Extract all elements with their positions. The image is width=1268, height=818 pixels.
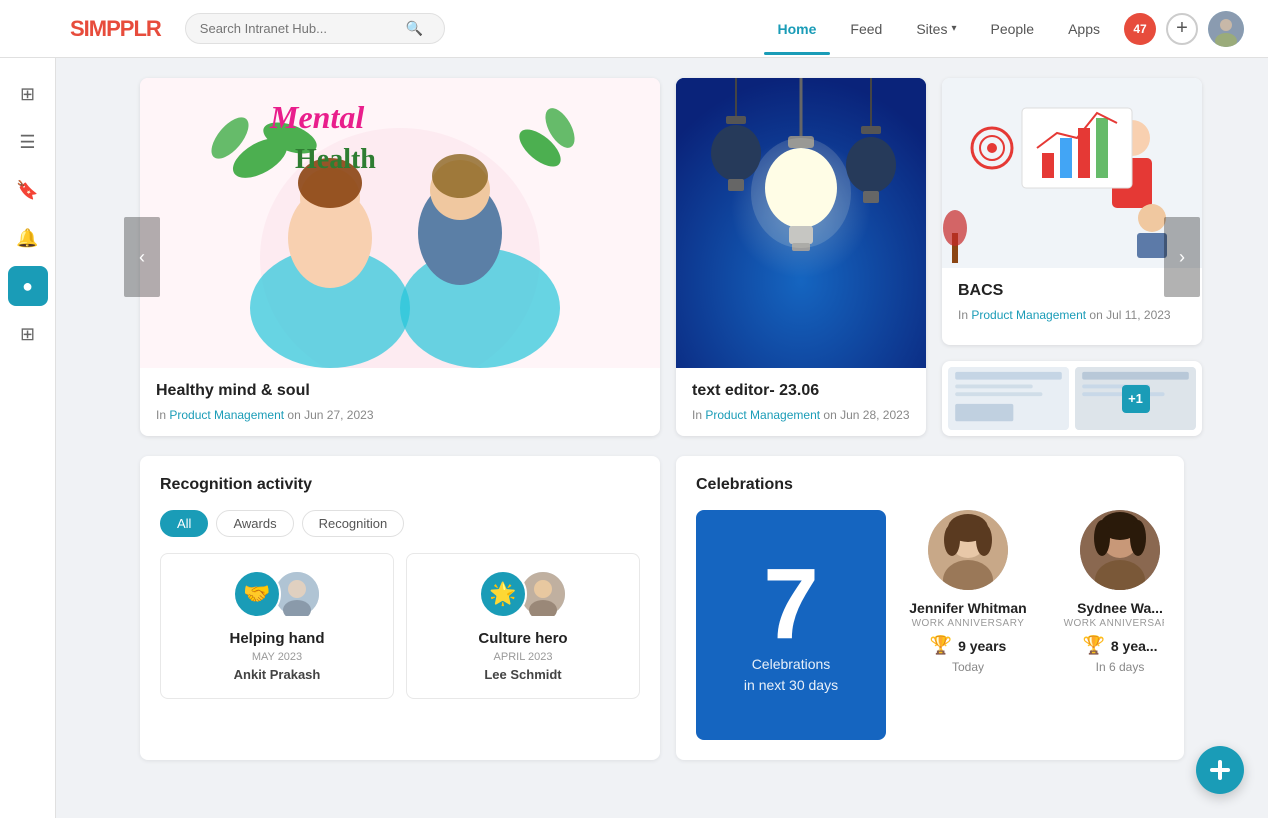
card-bacs[interactable]: BACS In Product Management on Jul 11, 20…	[942, 78, 1202, 345]
plus-badge: +1	[1122, 385, 1150, 413]
add-button[interactable]: +	[1166, 13, 1198, 45]
celebrations-subtitle: Celebrations in next 30 days	[744, 654, 838, 696]
sydnee-name: Sydnee Wa...	[1050, 600, 1164, 616]
recognition-item-helping-hand[interactable]: 🤝 Helping hand MAY 2023 Ankit Prakash	[160, 553, 394, 699]
celebrations-title: Celebrations	[696, 476, 1164, 494]
celebrations-people: Jennifer Whitman WORK ANNIVERSARY 🏆 9 ye…	[898, 510, 1164, 740]
svg-text:Health: Health	[295, 144, 376, 175]
sidebar-icon-home[interactable]: ⊞	[8, 74, 48, 114]
card-text-editor-meta: In Product Management on Jun 28, 2023	[692, 408, 910, 422]
celebrations-inner: 7 Celebrations in next 30 days	[696, 510, 1164, 740]
jennifer-avatar	[928, 510, 1008, 590]
card-mental-health[interactable]: Mental Health	[140, 78, 660, 436]
filter-awards[interactable]: Awards	[216, 510, 293, 537]
sydnee-years-row: 🏆 8 yea...	[1050, 635, 1164, 656]
helping-hand-badge: 🤝	[233, 570, 281, 618]
recognition-title: Recognition activity	[160, 476, 640, 494]
left-sidebar: ⊞ ☰ 🔖 🔔 ● ⊞	[0, 58, 56, 818]
card-thumbnails-row: +1	[942, 361, 1202, 436]
sydnee-years: 8 yea...	[1111, 638, 1158, 654]
carousel-next-button[interactable]: ›	[1164, 217, 1200, 297]
main-content: ‹ Mental Health	[56, 58, 1268, 780]
navbar: SIMPPLR 🔍 Home Feed Sites ▾ People Apps …	[0, 0, 1268, 58]
fab-button[interactable]	[1196, 746, 1244, 794]
sidebar-icon-bell[interactable]: 🔔	[8, 218, 48, 258]
filter-tabs: All Awards Recognition	[160, 510, 640, 537]
nav-apps[interactable]: Apps	[1054, 13, 1114, 45]
card-bacs-title: BACS	[958, 282, 1186, 300]
nav-links: Home Feed Sites ▾ People Apps	[764, 13, 1115, 45]
sydnee-date: In 6 days	[1050, 660, 1164, 674]
filter-all[interactable]: All	[160, 510, 208, 537]
celeb-jennifer[interactable]: Jennifer Whitman WORK ANNIVERSARY 🏆 9 ye…	[898, 510, 1038, 740]
culture-hero-title: Culture hero	[423, 630, 623, 647]
jennifer-years: 9 years	[958, 638, 1006, 654]
jennifer-years-row: 🏆 9 years	[898, 635, 1038, 656]
card-text-editor-category[interactable]: Product Management	[705, 408, 820, 422]
sidebar-icon-menu[interactable]: ☰	[8, 122, 48, 162]
search-bar[interactable]: 🔍	[185, 13, 445, 44]
trophy-icon-jennifer: 🏆	[930, 635, 952, 656]
recognition-item-culture-hero[interactable]: 🌟 Culture hero APRIL 2023 Lee Schmidt	[406, 553, 640, 699]
jennifer-date: Today	[898, 660, 1038, 674]
celebrations-count: 7	[763, 554, 819, 654]
jennifer-label: WORK ANNIVERSARY	[898, 618, 1038, 629]
card-mental-health-meta: In Product Management on Jun 27, 2023	[156, 408, 644, 422]
card-text-editor-body: text editor- 23.06 In Product Management…	[676, 368, 926, 436]
culture-hero-month: APRIL 2023	[423, 651, 623, 663]
recognition-card: Recognition activity All Awards Recognit…	[140, 456, 660, 760]
sydnee-avatar	[1080, 510, 1160, 590]
sidebar-icon-active[interactable]: ●	[8, 266, 48, 306]
nav-actions: 47 +	[1124, 11, 1244, 47]
sidebar-icon-bookmark[interactable]: 🔖	[8, 170, 48, 210]
card-bacs-body: BACS In Product Management on Jul 11, 20…	[942, 268, 1202, 336]
card-mental-health-title: Healthy mind & soul	[156, 382, 644, 400]
filter-recognition[interactable]: Recognition	[302, 510, 405, 537]
svg-text:Mental: Mental	[269, 99, 364, 135]
helping-hand-month: MAY 2023	[177, 651, 377, 663]
nav-sites[interactable]: Sites ▾	[902, 13, 970, 45]
recognition-items: 🤝 Helping hand MAY 2023 Ankit Prakash	[160, 553, 640, 699]
logo-text: SIMPPLR	[70, 16, 161, 41]
recognition-culture-hero-avatars: 🌟	[423, 570, 623, 618]
card-text-editor-title: text editor- 23.06	[692, 382, 910, 400]
sidebar-icon-grid[interactable]: ⊞	[8, 314, 48, 354]
search-input[interactable]	[200, 21, 400, 36]
celebrations-card: Celebrations 7 Celebrations in next 30 d…	[676, 456, 1184, 760]
card-bacs-meta: In Product Management on Jul 11, 2023	[958, 308, 1186, 322]
thumbnail-left[interactable]	[948, 367, 1069, 430]
sydnee-label: WORK ANNIVERSARY	[1050, 618, 1164, 629]
thumbnail-right[interactable]: +1	[1075, 367, 1196, 430]
nav-people[interactable]: People	[976, 13, 1048, 45]
card-stack: BACS In Product Management on Jul 11, 20…	[942, 78, 1202, 436]
card-bacs-category[interactable]: Product Management	[971, 308, 1086, 322]
jennifer-name: Jennifer Whitman	[898, 600, 1038, 616]
carousel-area: ‹ Mental Health	[140, 78, 1184, 436]
nav-feed[interactable]: Feed	[836, 13, 896, 45]
bottom-section: Recognition activity All Awards Recognit…	[140, 456, 1184, 760]
culture-hero-badge: 🌟	[479, 570, 527, 618]
trophy-icon-sydnee: 🏆	[1082, 635, 1104, 656]
card-text-editor[interactable]: text editor- 23.06 In Product Management…	[676, 78, 926, 436]
search-icon: 🔍	[406, 20, 423, 37]
notification-badge[interactable]: 47	[1124, 13, 1156, 45]
celebrations-big-tile: 7 Celebrations in next 30 days	[696, 510, 886, 740]
chevron-down-icon: ▾	[951, 23, 956, 34]
culture-hero-person: Lee Schmidt	[423, 667, 623, 682]
carousel-prev-button[interactable]: ‹	[124, 217, 160, 297]
logo: SIMPPLR	[70, 16, 161, 42]
helping-hand-person: Ankit Prakash	[177, 667, 377, 682]
nav-home[interactable]: Home	[764, 13, 831, 45]
card-mental-health-category[interactable]: Product Management	[169, 408, 284, 422]
user-avatar-nav[interactable]	[1208, 11, 1244, 47]
card-mental-health-body: Healthy mind & soul In Product Managemen…	[140, 368, 660, 436]
helping-hand-title: Helping hand	[177, 630, 377, 647]
celeb-sydnee[interactable]: Sydnee Wa... WORK ANNIVERSARY 🏆 8 yea...…	[1050, 510, 1164, 740]
recognition-helping-hand-avatars: 🤝	[177, 570, 377, 618]
